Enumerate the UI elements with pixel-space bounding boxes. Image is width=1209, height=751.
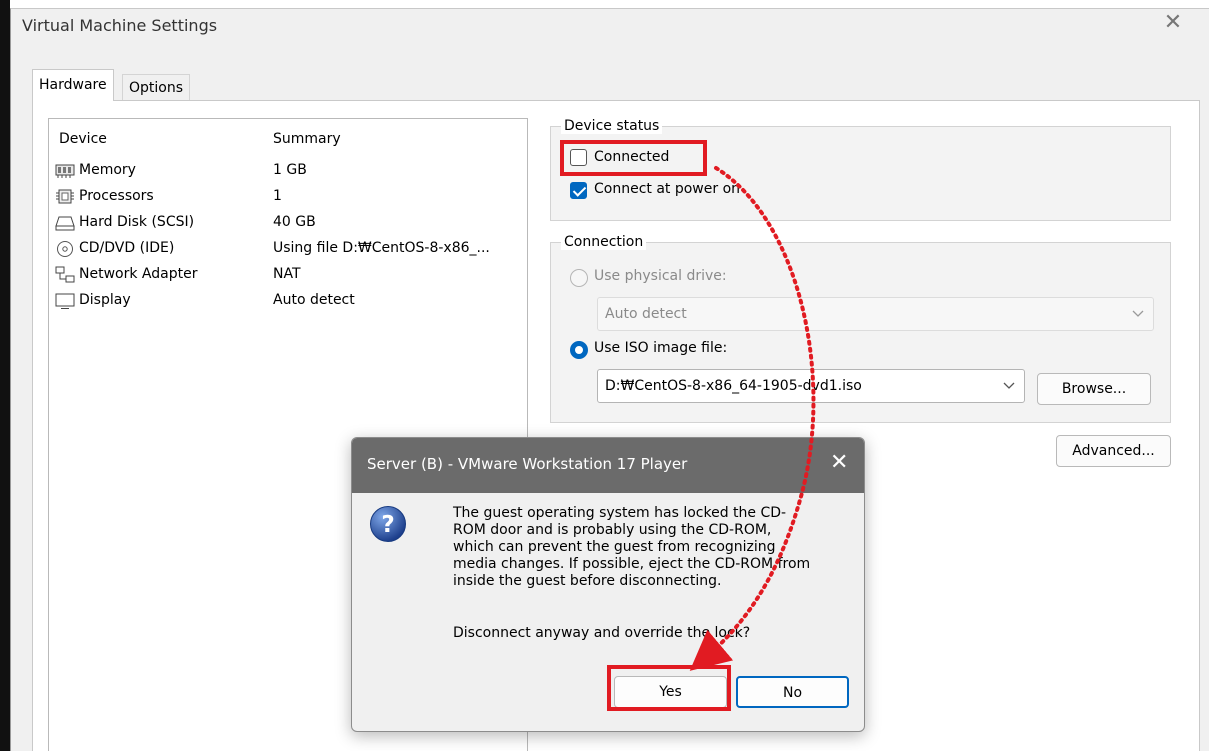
annotation-arrow [689,166,816,671]
tab-hardware[interactable]: Hardware [32,69,114,101]
